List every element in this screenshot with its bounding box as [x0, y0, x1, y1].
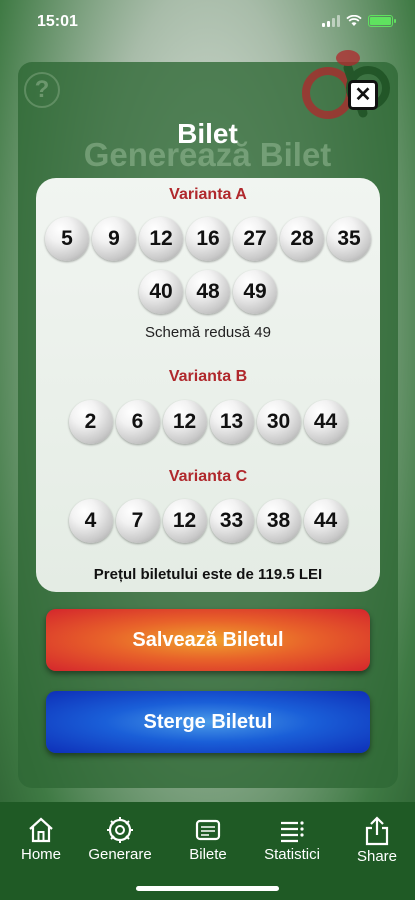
number-ball: 12 — [162, 400, 207, 444]
variant-c-title: Varianta C — [168, 468, 248, 485]
number-ball: 27 — [233, 217, 277, 261]
tab-bilete-label: Bilete — [189, 846, 227, 863]
number-ball: 28 — [280, 217, 324, 261]
delete-ticket-button[interactable]: Sterge Biletul — [46, 691, 370, 753]
ticket-card: Varianta A 5 9 12 16 27 28 35 40 48 49 S… — [36, 178, 380, 592]
gear-icon — [107, 817, 133, 843]
close-button[interactable]: ✕ — [348, 80, 378, 110]
delete-ticket-label: Sterge Biletul — [143, 710, 273, 733]
number-ball: 9 — [92, 217, 136, 261]
ticket-price: Prețul biletului este de 119.5 LEI — [93, 566, 323, 583]
save-ticket-label: Salvează Biletul — [132, 628, 284, 651]
signal-icon — [322, 15, 340, 27]
tab-statistici-label: Statistici — [264, 846, 320, 863]
share-icon — [365, 816, 389, 846]
number-ball: 12 — [162, 499, 207, 543]
number-ball: 44 — [303, 400, 348, 444]
tab-share[interactable]: Share — [337, 816, 415, 865]
status-time: 15:01 — [37, 13, 78, 30]
variant-b-row: 2 6 12 13 30 44 — [36, 400, 380, 444]
number-ball: 12 — [139, 217, 183, 261]
number-ball: 48 — [186, 270, 230, 314]
variant-a-row-2: 40 48 49 — [36, 270, 380, 314]
number-ball: 44 — [303, 499, 348, 543]
number-ball: 7 — [115, 499, 160, 543]
tab-generare[interactable]: Generare — [80, 816, 160, 863]
variant-b-title: Varianta B — [168, 368, 248, 385]
home-icon — [29, 817, 53, 843]
number-ball: 2 — [68, 400, 113, 444]
modal-title: Bilet — [177, 118, 238, 149]
number-ball: 40 — [139, 270, 183, 314]
number-ball: 16 — [186, 217, 230, 261]
save-ticket-button[interactable]: Salvează Biletul — [46, 609, 370, 671]
battery-icon — [368, 15, 396, 27]
number-ball: 6 — [115, 400, 160, 444]
tab-home[interactable]: Home — [1, 816, 81, 863]
number-ball: 38 — [256, 499, 301, 543]
tab-bilete[interactable]: Bilete — [168, 816, 248, 863]
home-indicator[interactable] — [136, 886, 279, 891]
status-icons — [322, 15, 396, 27]
close-icon: ✕ — [354, 84, 372, 106]
wifi-icon — [346, 15, 362, 26]
number-ball: 30 — [256, 400, 301, 444]
variant-a-title: Varianta A — [169, 186, 247, 203]
list-icon — [281, 821, 304, 843]
tab-statistici[interactable]: Statistici — [252, 816, 332, 863]
variant-a-row-1: 5 9 12 16 27 28 35 — [36, 217, 380, 261]
number-ball: 49 — [233, 270, 277, 314]
number-ball: 33 — [209, 499, 254, 543]
number-ball: 13 — [209, 400, 254, 444]
tab-home-label: Home — [20, 846, 61, 863]
scheme-label: Schemă redusă 49 — [145, 324, 271, 341]
number-ball: 5 — [45, 217, 89, 261]
variant-c-row: 4 7 12 33 38 44 — [36, 499, 380, 543]
number-ball: 4 — [68, 499, 113, 543]
ticket-icon — [195, 819, 221, 841]
number-ball: 35 — [327, 217, 371, 261]
tab-share-label: Share — [356, 848, 398, 865]
tab-generare-label: Generare — [88, 846, 152, 863]
help-icon[interactable]: ? — [24, 72, 60, 108]
